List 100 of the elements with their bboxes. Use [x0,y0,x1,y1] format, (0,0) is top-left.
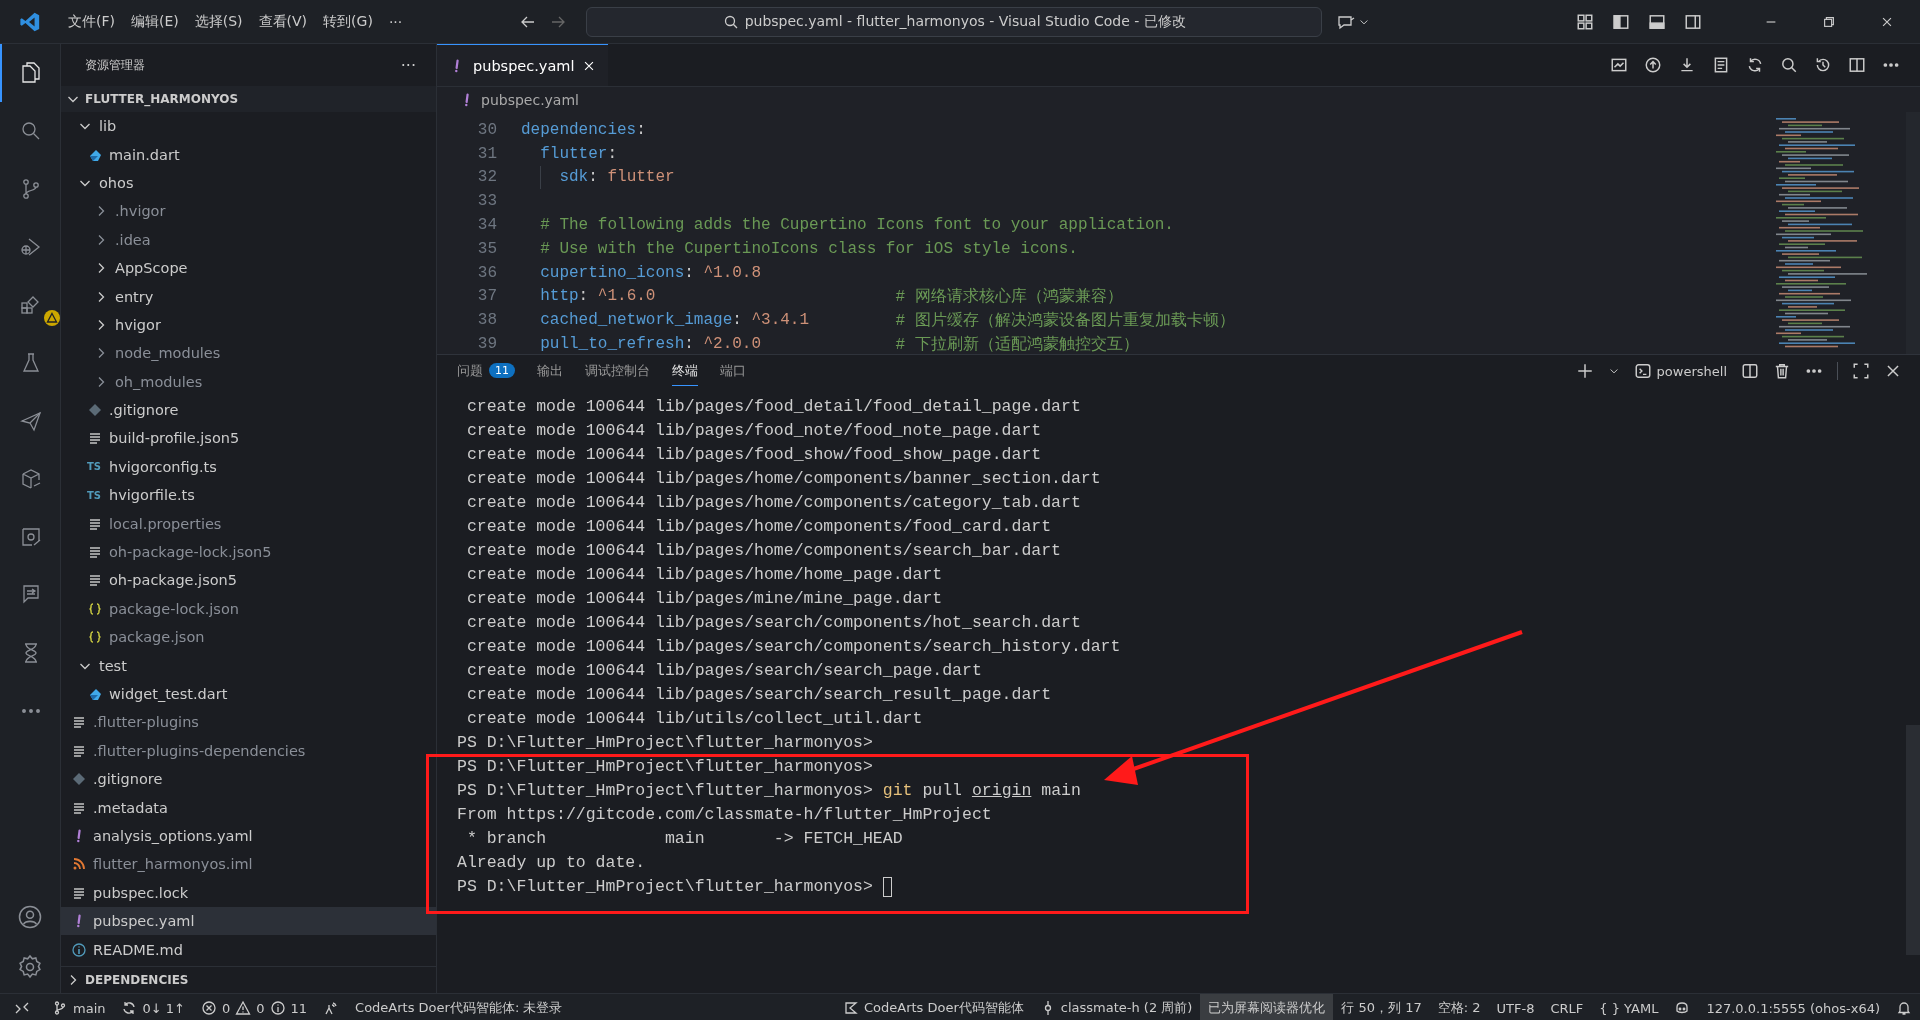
code-text: sdk: flutter [559,168,675,187]
files-icon[interactable] [19,61,43,85]
status-item[interactable]: CodeArts Doer代码智能体: 未登录 [347,994,571,1020]
file-item[interactable]: widget_test.dart [61,679,436,709]
close-icon[interactable] [1884,362,1902,380]
split-editor-icon[interactable] [1848,56,1866,74]
panel-toggle-icon[interactable] [1648,12,1666,31]
file-item[interactable]: package.json [61,623,436,652]
error-icon [200,1000,217,1016]
status-item[interactable]: { } YAML [1591,994,1667,1020]
terminal-selector[interactable]: powershell [1633,362,1727,380]
breadcrumb[interactable]: pubspec.yaml [437,87,1920,112]
folder-item[interactable]: .hvigor [61,197,436,226]
terminal-line: create mode 100644 lib/pages/search/search_result_page.dart [465,684,1053,706]
terminal-line: create mode 100644 lib/pages/home/components/food_card.dart [465,516,1053,538]
folder-item[interactable]: test [61,651,436,680]
menu-item[interactable]: 文件(F) [60,8,123,35]
panel-tab[interactable]: 问题 11 [457,356,515,386]
file-item[interactable]: oh-package-lock.json5 [61,537,436,567]
status-item[interactable]: 空格: 2 [1429,994,1489,1020]
file-item[interactable]: .flutter-plugins-dependencies [61,736,436,765]
upload-icon[interactable] [1644,56,1662,74]
status-item[interactable]: UTF-8 [1488,994,1543,1020]
restore-icon[interactable] [1822,14,1836,29]
terminal-line: create mode 100644 lib/pages/home/components/banner_section.dart [465,468,1102,490]
line-number: 30 [476,120,497,139]
file-item[interactable]: flutter_harmonyos.iml [61,850,436,879]
history-icon[interactable] [1814,56,1832,74]
remote-icon[interactable] [14,1000,30,1016]
split-terminal-icon[interactable] [1741,362,1759,380]
sidebar-toggle-icon[interactable] [1612,12,1630,31]
file-item[interactable]: .flutter-plugins [61,708,436,737]
project-header[interactable]: FLUTTER_HARMONYOS [61,86,436,112]
cube-icon[interactable] [19,467,43,491]
status-item[interactable]: 0↓ 1↑ [113,994,193,1020]
folder-item[interactable]: .idea [61,225,436,254]
file-item[interactable]: local.properties [61,509,436,538]
editor-tab[interactable]: pubspec.yaml [437,44,609,86]
folder-item[interactable]: oh_modules [61,367,436,396]
sync-icon[interactable] [1746,56,1764,74]
menu-item[interactable]: 转到(G) [315,8,381,35]
line-number: 39 [476,335,497,354]
file-item[interactable]: TS hvigorfile.ts [61,481,436,510]
layout-icon[interactable] [1576,12,1594,31]
file-item[interactable]: pubspec.yaml [61,906,436,936]
line-number: 34 [476,216,497,235]
status-item[interactable]: 行 50，列 17 [1333,994,1430,1020]
section-header[interactable]: DEPENDENCIES [61,967,436,993]
account-icon[interactable] [16,903,44,931]
file-item[interactable]: pubspec.lock [61,878,436,907]
panel-tab[interactable]: 端口 [720,356,746,386]
folder-item[interactable]: AppScope [61,253,436,283]
status-item[interactable]: 127.0.0.1:5555 (ohos-x64) [1698,994,1888,1020]
file-item[interactable]: TS hvigorconfig.ts [61,452,436,482]
command-center[interactable]: pubspec.yaml - flutter_harmonyos - Visual Studio Code - 已修改 [586,6,1323,37]
search-icon[interactable] [1780,56,1798,74]
menu-item[interactable]: 查看(V) [250,8,316,35]
file-item[interactable]: README.md [61,935,436,964]
code-text: cupertino_icons: ^1.0.8 [540,263,762,282]
folder-item[interactable]: lib [61,112,436,141]
status-item[interactable]: CodeArts Doer代码智能体 [834,994,1032,1020]
panel-tab[interactable]: 调试控制台 [585,356,650,386]
file-item[interactable]: .metadata [61,793,436,822]
trash-icon[interactable] [1773,362,1791,380]
preview-icon[interactable] [1610,56,1628,74]
status-item[interactable]: CRLF [1542,994,1592,1020]
file-item[interactable]: package-lock.json [61,594,436,624]
panel-tab[interactable]: 输出 [537,356,563,386]
status-item[interactable]: classmate-h (2 周前) [1031,994,1201,1020]
file-item[interactable]: .gitignore [61,395,436,425]
plus-icon[interactable] [1575,362,1594,380]
document-icon[interactable] [1712,56,1730,74]
problems-indicator[interactable]: 0 0 11 [192,994,316,1020]
lines-icon [87,544,103,561]
menu-item[interactable]: 编辑(E) [123,8,187,35]
terminal-line: create mode 100644 lib/pages/food_detail/food_detail_page.dart [465,396,1082,418]
panel-tab[interactable]: 终端 [672,356,698,386]
menu-item[interactable]: 选择(S) [186,8,251,35]
file-item[interactable]: analysis_options.yaml [61,821,436,851]
download-icon[interactable] [1678,56,1696,74]
settings-icon[interactable] [16,953,44,981]
file-item[interactable]: oh-package.json5 [61,566,436,595]
bell-icon[interactable] [1896,1000,1912,1016]
folder-item[interactable]: node_modules [61,339,436,368]
secondary-sidebar-icon[interactable] [1684,12,1702,31]
status-item[interactable]: main [44,994,114,1020]
scrollbar[interactable] [1906,112,1920,354]
maximize-icon[interactable] [1852,362,1870,380]
more-button[interactable]: ··· [400,55,416,75]
file-item[interactable]: main.dart [61,140,436,169]
vscode-logo-icon[interactable] [19,10,41,33]
file-item[interactable]: .gitignore [61,765,436,794]
folder-item[interactable]: hvigor [61,310,436,340]
copilot-icon[interactable] [1674,1000,1691,1016]
more-menu[interactable]: ··· [380,9,411,34]
folder-item[interactable]: entry [61,282,436,311]
paper-plane-icon[interactable] [19,409,43,433]
status-item[interactable]: 已为屏幕阅读器优化 [1200,994,1334,1020]
folder-item[interactable]: ohos [61,168,436,198]
file-item[interactable]: build-profile.json5 [61,424,436,453]
